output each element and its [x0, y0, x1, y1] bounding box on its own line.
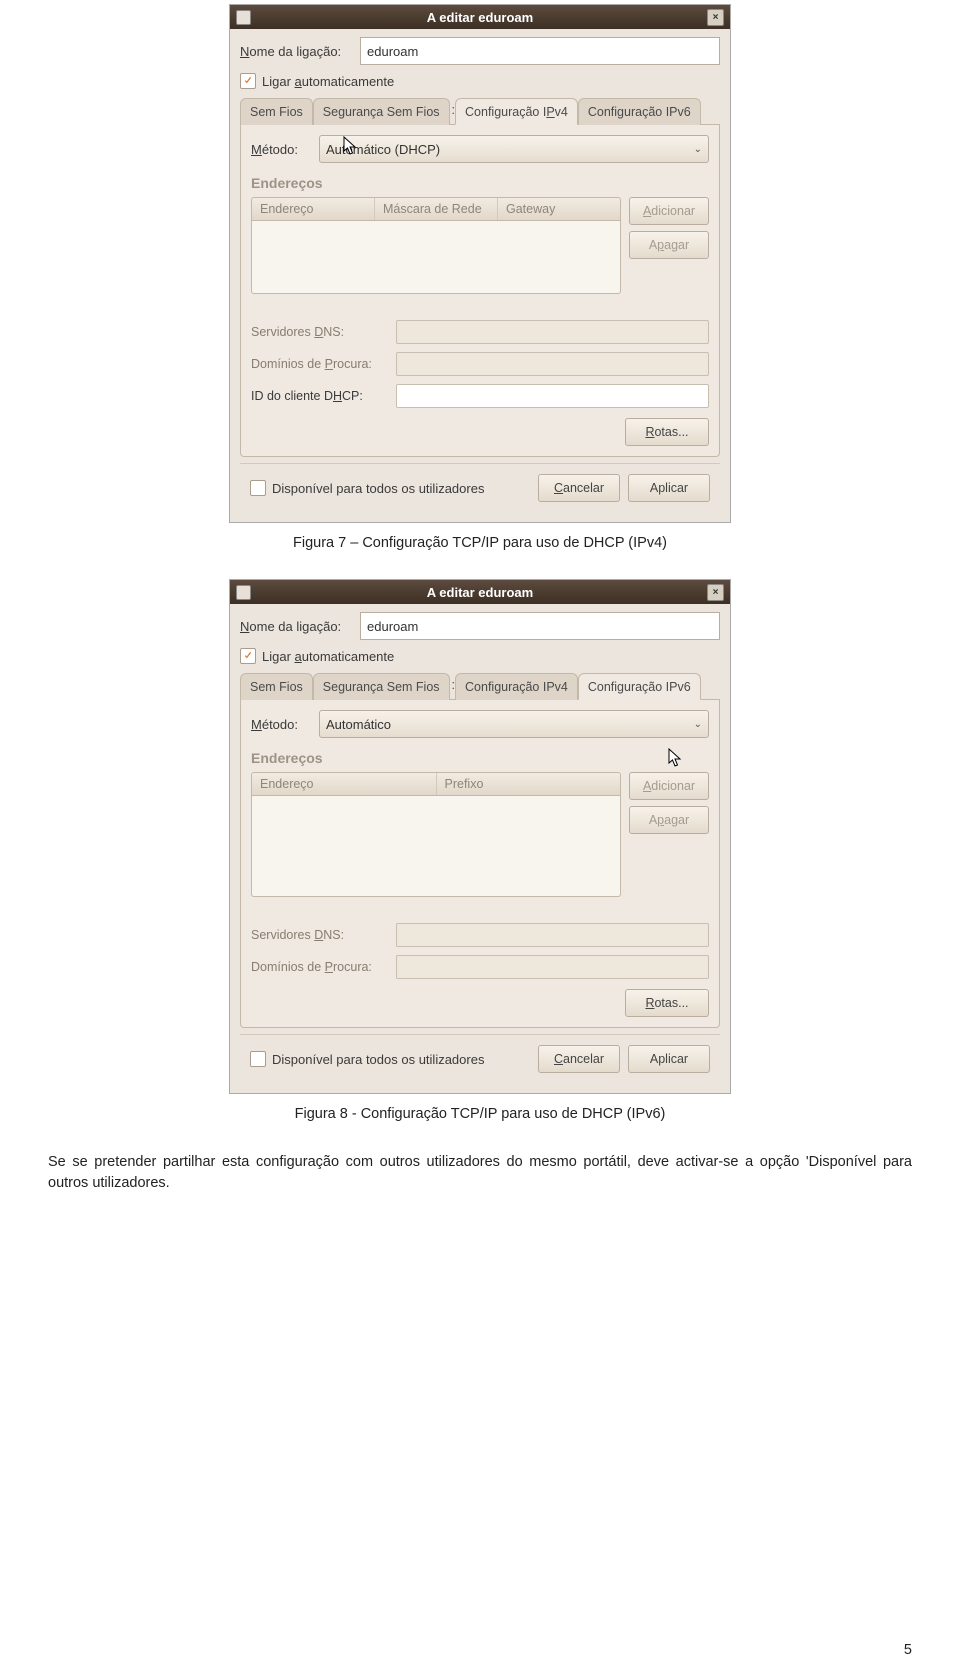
tab-wireless[interactable]: Sem Fios: [240, 673, 313, 700]
chevron-down-icon: ⌄: [694, 719, 702, 730]
window-title: A editar eduroam: [427, 10, 533, 25]
window-menu-icon[interactable]: [236, 10, 251, 25]
available-all-label: Disponível para todos os utilizadores: [272, 1052, 484, 1067]
col-gateway: Gateway: [498, 198, 620, 220]
dns-label: Servidores DNS:: [251, 928, 396, 942]
tab-wireless-security[interactable]: Segurança Sem Fios: [313, 98, 450, 125]
method-label: Método:: [251, 717, 319, 732]
cancel-button[interactable]: Cancelar: [538, 474, 620, 502]
dns-label: Servidores DNS:: [251, 325, 396, 339]
addresses-body[interactable]: [251, 796, 621, 897]
connection-name-input[interactable]: [360, 612, 720, 640]
addresses-table: Endereço Prefixo: [251, 772, 621, 897]
page-number: 5: [904, 1642, 912, 1658]
tab-ipv4[interactable]: Configuração IPv4: [455, 673, 578, 700]
auto-connect-checkbox[interactable]: [240, 648, 256, 664]
figure8-caption: Figura 8 - Configuração TCP/IP para uso …: [0, 1106, 960, 1122]
connection-name-label: Nome da ligação:: [240, 619, 360, 634]
chevron-down-icon: ⌄: [694, 144, 702, 155]
tab-content: Método: Automático ⌄ Endereços Endereço …: [240, 700, 720, 1028]
search-domains-label: Domínios de Procura:: [251, 357, 396, 371]
dns-input[interactable]: [396, 923, 709, 947]
search-domains-input[interactable]: [396, 352, 709, 376]
method-value: Automático (DHCP): [326, 142, 440, 157]
tab-ipv4[interactable]: Configuração IPv4: [455, 98, 578, 125]
body-paragraph: Se se pretender partilhar esta configura…: [48, 1152, 912, 1194]
tabs: Sem Fios Segurança Sem Fios : Configuraç…: [240, 672, 720, 700]
connection-name-input[interactable]: [360, 37, 720, 65]
addresses-header: Endereço Prefixo: [251, 772, 621, 796]
window-title: A editar eduroam: [427, 585, 533, 600]
delete-button[interactable]: Apagar: [629, 806, 709, 834]
auto-connect-label: Ligar automaticamente: [262, 649, 394, 664]
addresses-header: Endereço Máscara de Rede Gateway: [251, 197, 621, 221]
tab-content: Método: Automático (DHCP) ⌄ Endereços En…: [240, 125, 720, 457]
search-domains-label: Domínios de Procura:: [251, 960, 396, 974]
method-label: Método:: [251, 142, 319, 157]
addresses-heading: Endereços: [251, 750, 709, 766]
addresses-heading: Endereços: [251, 175, 709, 191]
tab-wireless[interactable]: Sem Fios: [240, 98, 313, 125]
titlebar[interactable]: A editar eduroam ×: [230, 580, 730, 604]
auto-connect-checkbox[interactable]: [240, 73, 256, 89]
add-button[interactable]: Adicionar: [629, 197, 709, 225]
cancel-button[interactable]: Cancelar: [538, 1045, 620, 1073]
apply-button[interactable]: Aplicar: [628, 474, 710, 502]
method-select[interactable]: Automático (DHCP) ⌄: [319, 135, 709, 163]
available-all-checkbox[interactable]: [250, 1051, 266, 1067]
tab-ipv6[interactable]: Configuração IPv6: [578, 673, 701, 700]
dialog-footer: Disponível para todos os utilizadores Ca…: [240, 1034, 720, 1083]
method-value: Automático: [326, 717, 391, 732]
col-address: Endereço: [252, 773, 437, 795]
figure7-caption: Figura 7 – Configuração TCP/IP para uso …: [0, 535, 960, 551]
auto-connect-label: Ligar automaticamente: [262, 74, 394, 89]
dhcp-client-id-label: ID do cliente DHCP:: [251, 389, 396, 403]
close-icon[interactable]: ×: [707, 9, 724, 26]
col-address: Endereço: [252, 198, 375, 220]
routes-button[interactable]: Rotas...: [625, 418, 709, 446]
connection-name-label: Nome da ligação:: [240, 44, 360, 59]
addresses-body[interactable]: [251, 221, 621, 294]
method-select[interactable]: Automático ⌄: [319, 710, 709, 738]
tab-ipv6[interactable]: Configuração IPv6: [578, 98, 701, 125]
window-menu-icon[interactable]: [236, 585, 251, 600]
dialog-ipv4: A editar eduroam × Nome da ligação: Liga…: [229, 4, 731, 523]
search-domains-input[interactable]: [396, 955, 709, 979]
titlebar[interactable]: A editar eduroam ×: [230, 5, 730, 29]
tab-wireless-security[interactable]: Segurança Sem Fios: [313, 673, 450, 700]
available-all-label: Disponível para todos os utilizadores: [272, 481, 484, 496]
close-icon[interactable]: ×: [707, 584, 724, 601]
available-all-checkbox[interactable]: [250, 480, 266, 496]
dialog-footer: Disponível para todos os utilizadores Ca…: [240, 463, 720, 512]
add-button[interactable]: Adicionar: [629, 772, 709, 800]
apply-button[interactable]: Aplicar: [628, 1045, 710, 1073]
col-prefix: Prefixo: [437, 773, 621, 795]
dns-input[interactable]: [396, 320, 709, 344]
routes-button[interactable]: Rotas...: [625, 989, 709, 1017]
tabs: Sem Fios Segurança Sem Fios : Configuraç…: [240, 97, 720, 125]
dhcp-client-id-input[interactable]: [396, 384, 709, 408]
col-netmask: Máscara de Rede: [375, 198, 498, 220]
dialog-ipv6: A editar eduroam × Nome da ligação: Liga…: [229, 579, 731, 1094]
delete-button[interactable]: Apagar: [629, 231, 709, 259]
addresses-table: Endereço Máscara de Rede Gateway: [251, 197, 621, 294]
